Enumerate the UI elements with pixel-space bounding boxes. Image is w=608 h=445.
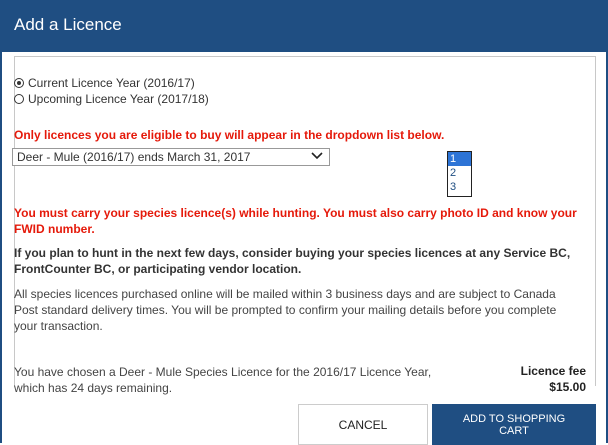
hunt-soon-line1: If you plan to hunt in the next few days… <box>14 246 571 260</box>
cancel-button[interactable]: CANCEL <box>298 404 428 445</box>
carry-warning-line1: You must carry your species licence(s) w… <box>14 206 577 220</box>
radio-current-year-label: Current Licence Year (2016/17) <box>28 76 195 90</box>
chevron-down-icon <box>311 151 323 164</box>
licence-select-value: Deer - Mule (2016/17) ends March 31, 201… <box>17 150 251 164</box>
dialog-titlebar: Add a Licence <box>2 2 606 52</box>
chosen-line2: which has 24 days remaining. <box>14 381 173 395</box>
eligibility-note: Only licences you are eligible to buy wi… <box>14 128 445 142</box>
quantity-option[interactable]: 2 <box>448 166 471 180</box>
quantity-option[interactable]: 1 <box>448 152 471 166</box>
mailing-line1: All species licences purchased online wi… <box>14 287 556 301</box>
dialog-title: Add a Licence <box>14 15 122 34</box>
mailing-line2: Post standard delivery times. You will b… <box>14 303 557 317</box>
radio-checked-icon <box>14 78 24 88</box>
carry-warning-line2: FWID number. <box>14 222 95 236</box>
radio-upcoming-year-label: Upcoming Licence Year (2017/18) <box>28 92 209 106</box>
add-licence-dialog: Add a Licence Current Licence Year (2016… <box>0 0 608 445</box>
licence-select[interactable]: Deer - Mule (2016/17) ends March 31, 201… <box>12 148 330 166</box>
cancel-button-label: CANCEL <box>338 417 388 432</box>
add-to-cart-label: ADD TO SHOPPING CART <box>463 413 565 437</box>
add-to-cart-label-line2: CART <box>499 424 529 437</box>
radio-current-year[interactable]: Current Licence Year (2016/17) <box>14 75 195 91</box>
add-to-cart-button[interactable]: ADD TO SHOPPING CART <box>432 404 596 445</box>
quantity-listbox[interactable]: 1 2 3 <box>447 151 472 197</box>
hunt-soon-line2: FrontCounter BC, or participating vendor… <box>14 262 302 276</box>
mailing-line3: your transaction. <box>14 319 103 333</box>
radio-upcoming-year[interactable]: Upcoming Licence Year (2017/18) <box>14 91 209 107</box>
fee-label: Licence fee <box>520 364 586 378</box>
fee-value: $15.00 <box>549 380 586 394</box>
add-to-cart-label-line1: ADD TO SHOPPING <box>462 412 566 425</box>
chosen-line1: You have chosen a Deer - Mule Species Li… <box>14 365 432 379</box>
quantity-option[interactable]: 3 <box>448 180 471 194</box>
radio-unchecked-icon <box>14 94 24 104</box>
